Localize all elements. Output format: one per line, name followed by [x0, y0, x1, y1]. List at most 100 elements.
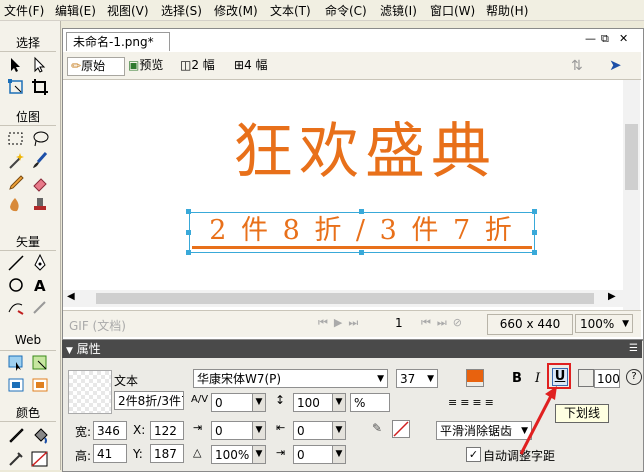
view-4up-button[interactable]: ⊞4 幅 [231, 57, 271, 74]
line-tool-icon[interactable] [6, 253, 26, 273]
horizontal-scroll-thumb[interactable] [96, 293, 594, 304]
view-preview-button[interactable]: ▣预览 [125, 57, 166, 74]
slice-tool-icon[interactable] [30, 353, 50, 373]
scroll-right-icon[interactable]: ▶ [608, 291, 616, 302]
kerning-dropdown[interactable]: ▼ [252, 393, 266, 412]
horizontal-scale-input[interactable]: 100% [211, 445, 253, 464]
show-slices-icon[interactable] [30, 375, 50, 395]
menu-filters[interactable]: 滤镜(I) [380, 2, 417, 19]
handle-mr[interactable] [532, 230, 537, 235]
menu-text[interactable]: 文本(T) [270, 2, 311, 19]
view-2up-button[interactable]: ◫2 幅 [177, 57, 218, 74]
handle-bl[interactable] [186, 250, 191, 255]
properties-header[interactable]: ▼ 属性 ☰ [62, 340, 642, 358]
lasso-tool-icon[interactable] [30, 129, 50, 149]
playback-controls[interactable]: ⏮▶⏭ [318, 316, 364, 330]
space-after-input[interactable]: 0 [293, 445, 333, 464]
horizontal-scrollbar[interactable]: ◀ ▶ [63, 290, 623, 307]
space-after-dropdown[interactable]: ▼ [332, 445, 346, 464]
leading-unit-select[interactable]: % [350, 393, 390, 412]
handle-tr[interactable] [532, 209, 537, 214]
restore-icon[interactable]: ⧉ [601, 32, 609, 46]
text-tool-icon[interactable]: A [30, 275, 50, 295]
text-selection-box[interactable]: 2 件 8 折 / 3 件 7 折 [189, 212, 535, 253]
view-original-button[interactable]: ✏原始 [67, 57, 125, 76]
ellipse-tool-icon[interactable] [6, 275, 26, 295]
crop-tool-icon[interactable] [30, 77, 50, 97]
menu-file[interactable]: 文件(F) [4, 2, 44, 19]
document-tab[interactable]: 未命名-1.png* [66, 32, 170, 51]
help-icon[interactable]: ? [626, 369, 642, 385]
knife-tool-icon[interactable] [30, 297, 50, 317]
subselect-tool-icon[interactable] [30, 55, 50, 75]
auto-kern-checkbox[interactable]: ✓ [466, 447, 481, 462]
collapse-icon[interactable]: ▼ [66, 346, 73, 356]
vertical-scroll-thumb[interactable] [625, 124, 638, 190]
brush-tool-icon[interactable] [30, 151, 50, 171]
canvas-subline: 2 件 8 折 / 3 件 7 折 [209, 215, 515, 246]
close-icon[interactable]: ✕ [619, 32, 628, 45]
rubber-stamp-tool-icon[interactable] [30, 195, 50, 215]
width-input[interactable]: 346 [93, 421, 127, 440]
eraser-tool-icon[interactable] [30, 173, 50, 193]
menu-view[interactable]: 视图(V) [107, 2, 149, 19]
x-input[interactable]: 122 [150, 421, 184, 440]
text-fill-color-swatch[interactable] [466, 369, 484, 387]
leading-dropdown[interactable]: ▼ [332, 393, 346, 412]
export-icon[interactable]: ⇅ [571, 58, 583, 74]
minimize-icon[interactable]: — [585, 32, 596, 45]
scale-dropdown[interactable]: ▼ [252, 445, 266, 464]
leading-input[interactable]: 100 [293, 393, 333, 412]
handle-ml[interactable] [186, 230, 191, 235]
menu-window[interactable]: 窗口(W) [430, 2, 475, 19]
window-controls: — ⧉ ✕ [585, 32, 635, 48]
handle-tm[interactable] [359, 209, 364, 214]
tools-section-vector: 矢量 [0, 233, 56, 251]
marquee-tool-icon[interactable] [6, 129, 26, 149]
scale-tool-icon[interactable] [6, 77, 26, 97]
menu-edit[interactable]: 编辑(E) [55, 2, 96, 19]
menu-modify[interactable]: 修改(M) [214, 2, 258, 19]
fill-color-swatch[interactable] [30, 449, 50, 469]
y-input[interactable]: 187 [150, 444, 184, 463]
paint-bucket-tool-icon[interactable] [30, 426, 50, 446]
zoom-select[interactable]: 100% ▼ [575, 314, 633, 333]
canvas-headline[interactable]: 狂欢盛典 [185, 116, 545, 188]
space-before-dropdown[interactable]: ▼ [332, 421, 346, 440]
font-size-input[interactable]: 37 ▼ [396, 369, 438, 388]
indent-dropdown[interactable]: ▼ [252, 421, 266, 440]
space-before-input[interactable]: 0 [293, 421, 333, 440]
x-label: X: [133, 423, 146, 437]
menu-select[interactable]: 选择(S) [161, 2, 202, 19]
quick-export-icon[interactable]: ➤ [609, 56, 622, 74]
object-name-input[interactable]: 2件8折/3件7 [114, 391, 184, 410]
red-arrow-icon [519, 386, 557, 455]
freeform-tool-icon[interactable] [6, 297, 26, 317]
kerning-input[interactable]: 0 [211, 393, 253, 412]
blur-tool-icon[interactable] [6, 195, 26, 215]
pointer-tool-icon[interactable] [6, 55, 26, 75]
frame-nav-controls[interactable]: ⏮⏭⊘ [421, 316, 468, 330]
panel-options-icon[interactable]: ☰ [629, 340, 638, 358]
canvas-area[interactable]: 狂欢盛典 2 件 8 折 / 3 件 7 折 [63, 80, 623, 298]
eyedropper-tool-icon[interactable] [6, 426, 26, 446]
handle-br[interactable] [532, 250, 537, 255]
handle-tl[interactable] [186, 209, 191, 214]
hide-slices-icon[interactable] [6, 375, 26, 395]
hotspot-tool-icon[interactable] [6, 353, 26, 373]
stroke-color-swatch[interactable] [392, 420, 410, 438]
height-input[interactable]: 41 [93, 444, 127, 463]
stroke-color-icon[interactable] [6, 449, 26, 469]
vertical-scrollbar[interactable] [623, 80, 640, 310]
pen-tool-icon[interactable] [30, 253, 50, 273]
magic-wand-tool-icon[interactable] [6, 151, 26, 171]
handle-bm[interactable] [359, 250, 364, 255]
menu-commands[interactable]: 命令(C) [325, 2, 367, 19]
menu-help[interactable]: 帮助(H) [486, 2, 528, 19]
indent-input[interactable]: 0 [211, 421, 253, 440]
height-label: 高: [75, 449, 92, 463]
opacity-input[interactable]: 100 [594, 369, 620, 388]
scroll-left-icon[interactable]: ◀ [67, 291, 75, 302]
pencil-tool-icon[interactable] [6, 173, 26, 193]
font-select[interactable]: 华康宋体W7(P) ▼ [193, 369, 388, 388]
